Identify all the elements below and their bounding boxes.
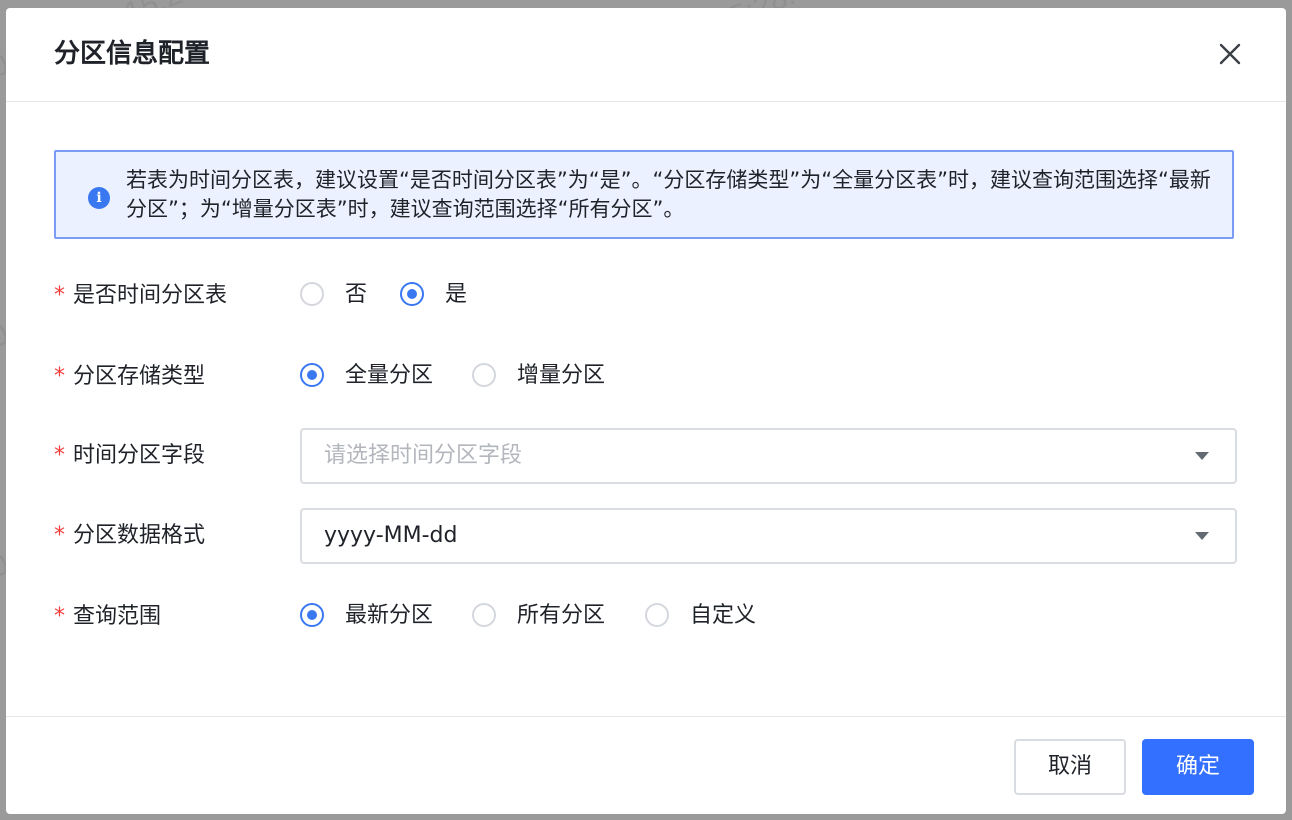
close-icon[interactable] xyxy=(1214,38,1246,70)
confirm-button[interactable]: 确定 xyxy=(1142,739,1254,795)
form-row-time-field: * 时间分区字段 请选择时间分区字段 xyxy=(6,428,1286,484)
required-mark: * xyxy=(54,523,65,548)
radio-label: 自定义 xyxy=(690,603,757,628)
form-row-is-time-partition: * 是否时间分区表 否 是 xyxy=(6,268,1286,324)
required-mark: * xyxy=(54,364,65,389)
alert-text: 若表为时间分区表，建议设置“是否时间分区表”为“是”。“分区存储类型”为“全量分… xyxy=(126,168,1211,221)
info-alert: i 若表为时间分区表，建议设置“是否时间分区表”为“是”。“分区存储类型”为“全… xyxy=(54,150,1234,239)
radio-circle[interactable] xyxy=(400,282,424,306)
field-label: * 查询范围 xyxy=(54,589,161,645)
dialog-title: 分区信息配置 xyxy=(54,39,211,69)
required-mark: * xyxy=(54,443,65,468)
radio-label: 最新分区 xyxy=(345,603,434,628)
field-label: * 分区存储类型 xyxy=(54,349,205,405)
required-mark: * xyxy=(54,604,65,629)
time-field-select[interactable]: 请选择时间分区字段 xyxy=(300,428,1237,484)
form-row-query-range: * 查询范围 最新分区 所有分区 自定义 xyxy=(6,589,1286,645)
form-row-data-format: * 分区数据格式 yyyy-MM-dd xyxy=(6,508,1286,564)
dialog-footer: 取消 确定 xyxy=(6,716,1286,814)
caret-down-icon xyxy=(1195,532,1209,540)
radio-label: 否 xyxy=(345,282,368,307)
required-mark: * xyxy=(54,283,65,308)
field-label: * 是否时间分区表 xyxy=(54,268,227,324)
field-label: * 时间分区字段 xyxy=(54,428,205,484)
radio-circle[interactable] xyxy=(300,282,324,306)
query-range-label: 查询范围 xyxy=(73,604,162,629)
storage-type-label: 分区存储类型 xyxy=(73,364,206,389)
radio-label: 增量分区 xyxy=(517,363,606,388)
radio-label: 全量分区 xyxy=(345,363,434,388)
form-row-storage-type: * 分区存储类型 全量分区 增量分区 xyxy=(6,349,1286,405)
dialog-header: 分区信息配置 xyxy=(6,8,1286,102)
radio-label: 是 xyxy=(445,282,468,307)
field-label: * 分区数据格式 xyxy=(54,508,205,564)
select-value: yyyy-MM-dd xyxy=(324,523,458,548)
radio-circle[interactable] xyxy=(300,603,324,627)
radio-circle[interactable] xyxy=(645,603,669,627)
data-format-label: 分区数据格式 xyxy=(73,523,206,548)
info-icon: i xyxy=(88,187,110,209)
radio-label: 所有分区 xyxy=(517,603,606,628)
is-time-partition-label: 是否时间分区表 xyxy=(73,283,228,308)
cancel-button[interactable]: 取消 xyxy=(1014,739,1126,795)
radio-circle[interactable] xyxy=(300,363,324,387)
partition-config-dialog: 分区信息配置 i 若表为时间分区表，建议设置“是否时间分区表”为“是”。“分区存… xyxy=(6,8,1286,814)
radio-circle[interactable] xyxy=(472,603,496,627)
radio-circle[interactable] xyxy=(472,363,496,387)
select-placeholder: 请选择时间分区字段 xyxy=(324,443,523,468)
data-format-select[interactable]: yyyy-MM-dd xyxy=(300,508,1237,564)
caret-down-icon xyxy=(1195,452,1209,460)
time-field-label: 时间分区字段 xyxy=(73,443,206,468)
